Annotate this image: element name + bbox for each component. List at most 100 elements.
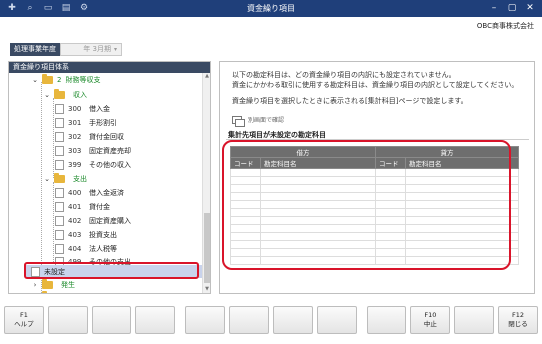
tree-item-403[interactable]: 403 投資支出 <box>55 228 117 242</box>
scrollbar-thumb[interactable] <box>204 213 210 283</box>
scroll-up-icon[interactable]: ▲ <box>203 73 210 81</box>
function-key-label: 中止 <box>423 320 437 328</box>
tree-item-label: 借入金返済 <box>89 189 124 197</box>
tree-item-code: 300 <box>68 105 82 113</box>
tree-item-code: 402 <box>68 217 82 225</box>
tree-item-code: 301 <box>68 119 82 127</box>
tree-item-label: 財務等収支 <box>65 76 101 84</box>
function-key-3[interactable] <box>91 306 132 334</box>
tree-item-label: 貸付金回収 <box>89 133 124 141</box>
function-key-6[interactable] <box>229 306 269 334</box>
tree-item-label: 固定資産購入 <box>89 217 131 225</box>
close-icon[interactable]: ✕ <box>522 1 538 15</box>
tree-scrollbar[interactable]: ▲ ▼ <box>202 73 210 293</box>
function-key-12[interactable]: F12 閉じる <box>498 306 538 334</box>
document-icon <box>55 216 64 226</box>
tree-item-balance[interactable]: › 残高 <box>31 290 75 294</box>
window-copy-icon <box>232 115 245 127</box>
info-message-line1: 以下の勘定科目は、どの資金繰り項目の内訳にも設定されていません。 <box>232 71 456 79</box>
function-key-4[interactable] <box>135 306 176 334</box>
company-name: OBC商事株式会社 <box>476 22 534 30</box>
function-key-2[interactable] <box>47 306 88 334</box>
unset-highlight-outline <box>24 262 199 279</box>
tree-item-label: 貸付金 <box>89 203 110 211</box>
separate-view-label: 別画面で確認 <box>248 117 285 124</box>
info-message-line2: 資金にかかわる取引に使用する勘定科目は、資金繰り項目の内訳として設定してください… <box>232 81 519 89</box>
document-icon <box>55 188 64 198</box>
tree-item-label: 残高 <box>61 292 75 293</box>
folder-icon <box>54 173 65 183</box>
tree-item-label: 支出 <box>73 175 87 183</box>
tree-item-code: 2 <box>57 76 62 84</box>
tree-panel: 資金繰り項目体系 ⌄ 2 財務等収支 ⌄ 収入 300 借入金 301 手形割引… <box>8 61 211 294</box>
title-bar: ✚ ⌕ ▭ ▤ ⚙ 資金繰り項目 – ▢ ✕ <box>0 0 542 17</box>
folder-icon <box>42 74 53 84</box>
function-key-code: F12 <box>512 311 525 319</box>
chevron-right-icon[interactable]: › <box>31 281 39 289</box>
maximize-icon[interactable]: ▢ <box>504 1 520 15</box>
document-icon <box>55 118 64 128</box>
function-key-7[interactable] <box>272 306 313 334</box>
tree-item-399[interactable]: 399 その他の収入 <box>55 158 131 172</box>
tree-item-code: 404 <box>68 245 82 253</box>
tree-header: 資金繰り項目体系 <box>9 62 210 73</box>
tree-item-code: 399 <box>68 161 82 169</box>
function-key-11[interactable] <box>454 306 495 334</box>
chevron-down-icon[interactable]: ⌄ <box>43 91 51 99</box>
function-key-10[interactable]: F10 中止 <box>410 306 451 334</box>
folder-icon <box>54 89 65 99</box>
tree-item-label: 法人税等 <box>89 245 117 253</box>
function-key-label: ヘルプ <box>14 320 34 328</box>
document-icon <box>55 244 64 254</box>
tree-guide <box>53 98 54 178</box>
folder-icon <box>42 291 47 293</box>
tree-item-302[interactable]: 302 貸付金回収 <box>55 130 124 144</box>
tree-item-402[interactable]: 402 固定資産購入 <box>55 214 131 228</box>
tree-item-code: 401 <box>68 203 82 211</box>
window-controls: – ▢ ✕ <box>486 1 538 15</box>
tree-item-404[interactable]: 404 法人税等 <box>55 242 117 256</box>
period-dropdown[interactable]: 年 3月期 ▾ <box>60 43 122 56</box>
tree-item-code: 302 <box>68 133 82 141</box>
tree-item-401[interactable]: 401 貸付金 <box>55 200 110 214</box>
period-value: 年 3月期 <box>83 45 111 53</box>
tree-item-income[interactable]: ⌄ 収入 <box>43 88 87 102</box>
tree-item-label: 発生 <box>61 281 75 289</box>
chevron-right-icon[interactable]: › <box>31 293 39 294</box>
document-icon <box>55 146 64 156</box>
window-title: 資金繰り項目 <box>247 4 295 13</box>
tree-guide <box>53 182 54 262</box>
document-icon <box>55 202 64 212</box>
document-icon <box>55 230 64 240</box>
tree-item-label: 手形割引 <box>89 119 117 127</box>
tree-item-label: 投資支出 <box>89 231 117 239</box>
separate-view-link[interactable]: 別画面で確認 <box>232 115 285 127</box>
tree-item-label: その他の収入 <box>89 161 131 169</box>
chevron-down-icon[interactable]: ⌄ <box>31 76 39 84</box>
info-message-line3: 資金繰り項目を選択したときに表示される[集計科目]ページで設定します。 <box>232 97 468 105</box>
function-key-label: 閉じる <box>508 320 528 328</box>
minimize-icon[interactable]: – <box>486 1 502 15</box>
tree-item-finance[interactable]: ⌄ 2 財務等収支 <box>31 73 100 87</box>
scroll-down-icon[interactable]: ▼ <box>203 286 210 293</box>
tree-item-300[interactable]: 300 借入金 <box>55 102 110 116</box>
tree-item-301[interactable]: 301 手形割引 <box>55 116 117 130</box>
document-icon <box>55 160 64 170</box>
section-title: 集計先項目が未設定の勘定科目 <box>226 130 529 140</box>
function-key-5[interactable] <box>185 306 226 334</box>
chevron-down-icon[interactable]: ⌄ <box>43 175 51 183</box>
function-key-code: F1 <box>19 311 28 319</box>
function-key-8[interactable] <box>316 306 357 334</box>
function-key-9[interactable] <box>366 306 407 334</box>
tree-item-code: 400 <box>68 189 82 197</box>
tree-item-303[interactable]: 303 固定資産売却 <box>55 144 131 158</box>
folder-icon <box>42 279 53 289</box>
tree-item-code: 403 <box>68 231 82 239</box>
period-selector: 処理事業年度 年 3月期 ▾ <box>10 43 122 56</box>
tree-item-expense[interactable]: ⌄ 支出 <box>43 172 87 186</box>
function-key-code: F10 <box>424 311 437 319</box>
tree-item-400[interactable]: 400 借入金返済 <box>55 186 124 200</box>
period-label: 処理事業年度 <box>10 43 60 56</box>
function-key-1[interactable]: F1 ヘルプ <box>4 306 44 334</box>
grid-highlight-outline <box>222 140 511 270</box>
